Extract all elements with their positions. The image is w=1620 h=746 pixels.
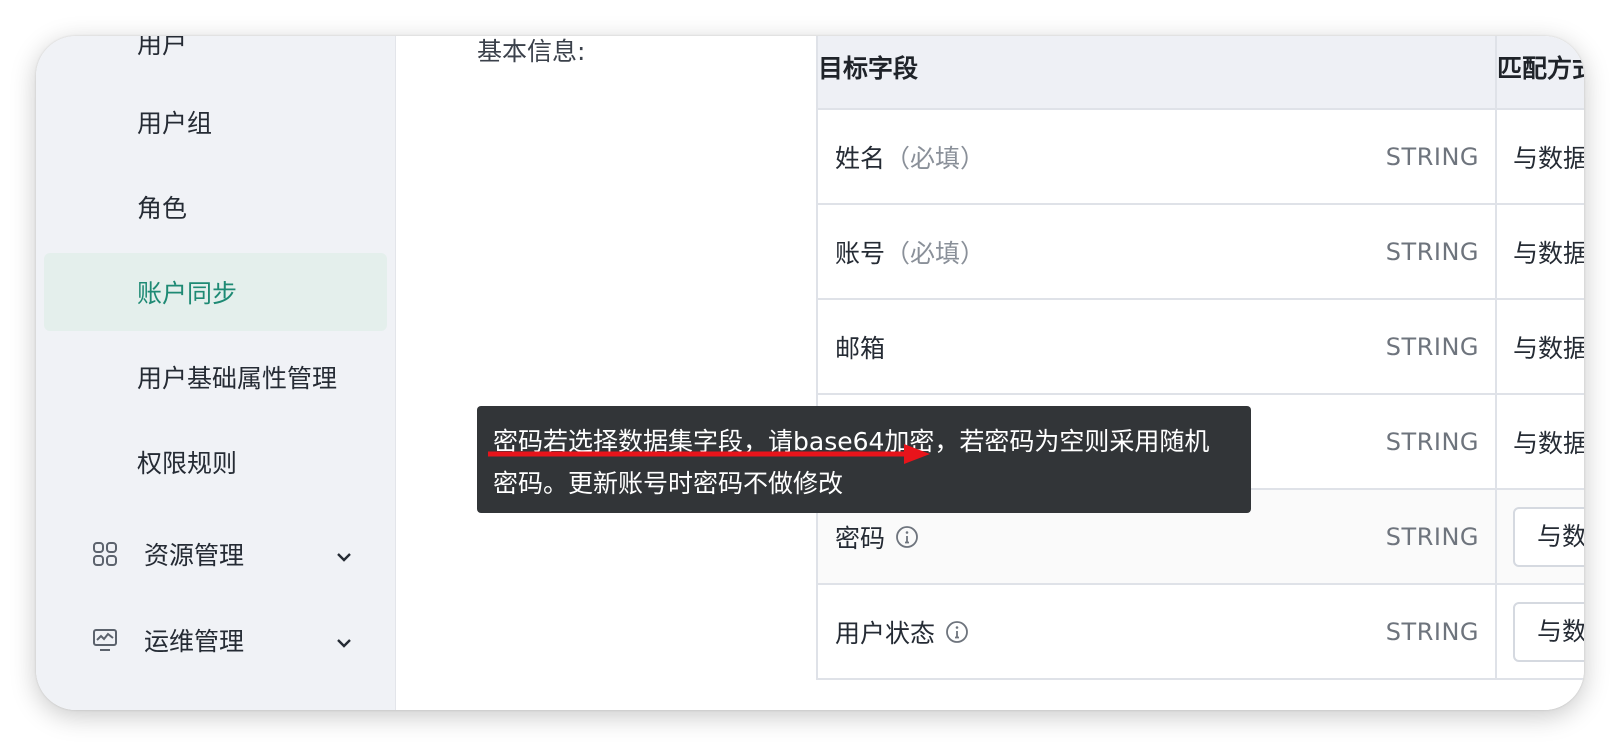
sidebar-item-label: 权限规则 xyxy=(137,449,238,478)
sidebar-item-users[interactable]: 用户 xyxy=(44,36,387,82)
target-field-cell: 账号 （必填） STRING xyxy=(816,203,1497,300)
match-cell: 与数据集字段匹配 xyxy=(1495,393,1584,490)
monitor-icon xyxy=(92,627,118,653)
sidebar-group-ops-management[interactable]: 运维管理 xyxy=(44,600,387,680)
column-header-match: 匹配方式 xyxy=(1495,36,1584,110)
table-row: 姓名（必填） STRING 与数据集字段匹配 xyxy=(816,108,1584,205)
match-select[interactable]: 与数据集字段匹配 xyxy=(1513,602,1584,662)
field-name: 邮箱 xyxy=(835,333,886,363)
required-hint: （必填） xyxy=(885,143,986,173)
match-text: 与数据集字段匹配 xyxy=(1513,238,1584,268)
sidebar: 用户 用户组 角色 账户同步 用户基础属性管理 权限规则 资源管理 运维管理 xyxy=(36,36,396,710)
field-type: STRING xyxy=(1385,522,1479,551)
table-row: 账号（必填） STRING 与数据集字段匹配 xyxy=(816,203,1584,300)
column-header-target: 目标字段 xyxy=(816,36,1497,110)
match-select[interactable]: 与数据集字段匹配 xyxy=(1513,507,1584,567)
info-icon[interactable] xyxy=(895,525,919,549)
app-window: 用户 用户组 角色 账户同步 用户基础属性管理 权限规则 资源管理 运维管理 基… xyxy=(36,36,1584,710)
field-type: STRING xyxy=(1385,617,1479,646)
target-field-cell: 邮箱 STRING xyxy=(816,298,1497,395)
field-type: STRING xyxy=(1385,237,1479,266)
sidebar-group-label: 资源管理 xyxy=(144,541,245,570)
main-content: 基本信息: 目标字段 匹配方式 姓名（必填） STRING 与数据集字段匹配 账… xyxy=(396,36,1584,710)
field-name: 账号 xyxy=(835,238,886,268)
field-name: 姓名 xyxy=(835,143,886,173)
grid-icon xyxy=(92,541,118,567)
sidebar-group-label: 运维管理 xyxy=(144,627,245,656)
target-field-cell: 用户状态 STRING xyxy=(816,583,1497,680)
match-cell: 与数据集字段匹配 xyxy=(1495,108,1584,205)
table-row: 邮箱 STRING 与数据集字段匹配 xyxy=(816,298,1584,395)
match-cell: 与数据集字段匹配 xyxy=(1495,298,1584,395)
sidebar-item-user-attributes[interactable]: 用户基础属性管理 xyxy=(44,338,387,416)
sidebar-item-label: 用户组 xyxy=(137,109,213,138)
sidebar-group-resource-management[interactable]: 资源管理 xyxy=(44,514,387,594)
field-name: 用户状态 xyxy=(835,618,936,648)
sidebar-item-label: 用户 xyxy=(137,36,188,59)
sidebar-item-roles[interactable]: 角色 xyxy=(44,168,387,246)
match-cell: 与数据集字段匹配 xyxy=(1495,583,1584,680)
sidebar-item-account-sync[interactable]: 账户同步 xyxy=(44,253,387,331)
field-type: STRING xyxy=(1385,427,1479,456)
match-text: 与数据集字段匹配 xyxy=(1513,333,1584,363)
match-cell: 与数据集字段匹配 xyxy=(1495,488,1584,585)
sidebar-item-label: 账户同步 xyxy=(137,279,238,308)
field-mapping-table: 目标字段 匹配方式 姓名（必填） STRING 与数据集字段匹配 账号（必填） … xyxy=(816,36,1584,680)
required-hint: （必填） xyxy=(885,238,986,268)
sidebar-item-label: 用户基础属性管理 xyxy=(137,364,338,393)
match-text: 与数据集字段匹配 xyxy=(1513,428,1584,458)
table-header-row: 目标字段 匹配方式 xyxy=(816,36,1584,110)
section-label: 基本信息: xyxy=(477,37,586,66)
sidebar-item-permission-rules[interactable]: 权限规则 xyxy=(44,423,387,501)
info-icon[interactable] xyxy=(945,620,969,644)
annotation-arrow-head xyxy=(904,444,930,464)
match-cell: 与数据集字段匹配 xyxy=(1495,203,1584,300)
chevron-down-icon[interactable] xyxy=(335,543,353,562)
field-name: 密码 xyxy=(835,523,886,553)
table-row: 用户状态 STRING 与数据集字段匹配 xyxy=(816,583,1584,680)
field-type: STRING xyxy=(1385,142,1479,171)
field-type: STRING xyxy=(1385,332,1479,361)
annotation-arrow xyxy=(488,444,930,464)
sidebar-item-label: 角色 xyxy=(137,194,188,223)
sidebar-item-user-groups[interactable]: 用户组 xyxy=(44,83,387,161)
target-field-cell: 姓名 （必填） STRING xyxy=(816,108,1497,205)
chevron-down-icon[interactable] xyxy=(335,629,353,648)
match-text: 与数据集字段匹配 xyxy=(1513,143,1584,173)
